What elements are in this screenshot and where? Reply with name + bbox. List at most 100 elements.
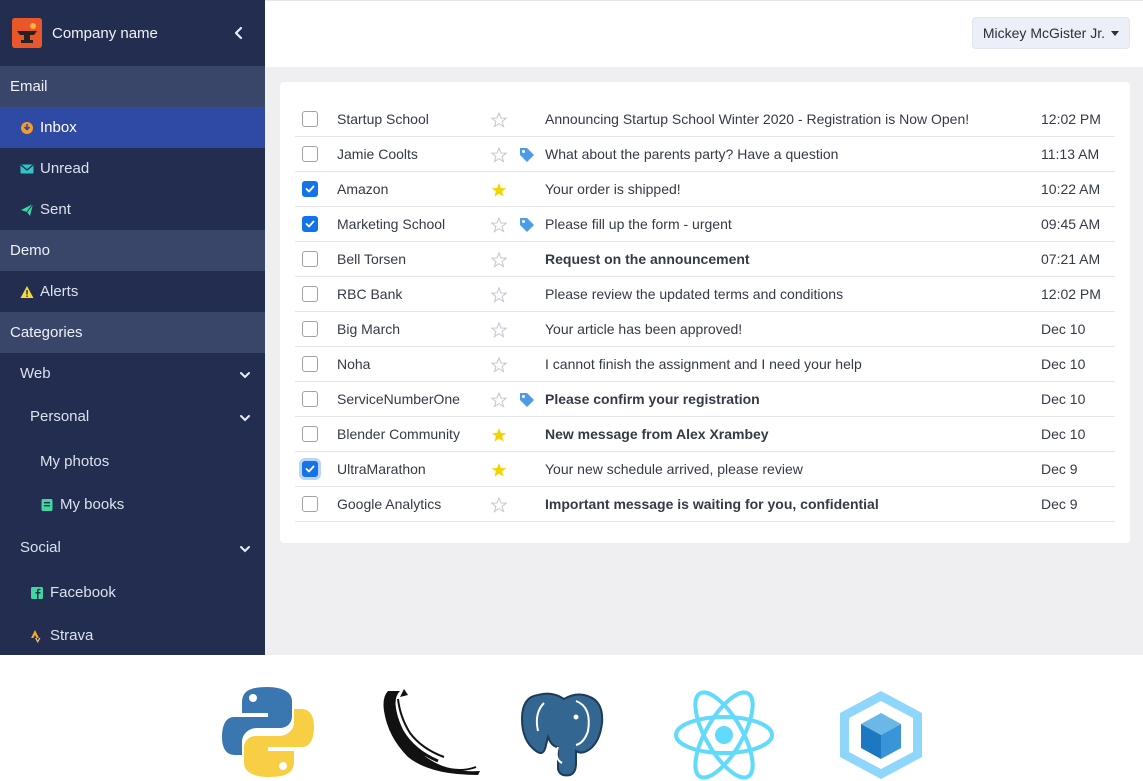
mail-sender: Big March (337, 321, 401, 337)
mail-sender: Marketing School (337, 216, 446, 232)
mail-subject[interactable]: Request on the announcement (545, 251, 1025, 267)
mail-row[interactable]: Startup School Announcing Startup School … (295, 102, 1115, 137)
select-checkbox[interactable] (302, 426, 318, 442)
sidebar-item-my-photos[interactable]: My photos (0, 439, 265, 484)
mail-row[interactable]: RBC Bank Please review the updated terms … (295, 277, 1115, 312)
facebook-icon (30, 586, 44, 600)
main-content: Startup School Announcing Startup School … (265, 67, 1143, 655)
sidebar-item-personal[interactable]: Personal (0, 394, 265, 439)
select-checkbox[interactable] (302, 356, 318, 372)
star-icon[interactable] (491, 462, 507, 478)
caret-down-icon (1111, 30, 1119, 36)
select-checkbox[interactable] (302, 111, 318, 127)
mail-row[interactable]: Amazon Your order is shipped! 10:22 AM (295, 172, 1115, 207)
mail-time: 11:13 AM (1041, 146, 1100, 162)
star-icon[interactable] (490, 321, 508, 338)
mail-sender: Startup School (337, 111, 429, 127)
sidebar-item-facebook[interactable]: Facebook (0, 570, 265, 615)
tag-icon[interactable] (519, 392, 535, 408)
mail-subject[interactable]: Your order is shipped! (545, 181, 1025, 197)
sidebar-item-sent[interactable]: Sent (0, 189, 265, 230)
mail-subject[interactable]: Please review the updated terms and cond… (545, 286, 1025, 302)
mail-subject[interactable]: I cannot finish the assignment and I nee… (545, 356, 1025, 372)
star-icon[interactable] (491, 427, 507, 443)
star-icon[interactable] (490, 251, 508, 268)
select-checkbox[interactable] (302, 251, 318, 267)
sidebar-item-label: Personal (30, 408, 90, 425)
sidebar-item-strava[interactable]: Strava (0, 615, 265, 656)
mail-row[interactable]: UltraMarathon Your new schedule arrived, … (295, 452, 1115, 487)
mail-subject[interactable]: Your article has been approved! (545, 321, 1025, 337)
star-icon[interactable] (490, 356, 508, 373)
star-icon[interactable] (490, 391, 508, 408)
top-bar: Mickey McGister Jr. (265, 0, 1143, 67)
sidebar-item-social[interactable]: Social (0, 525, 265, 570)
mail-list: Startup School Announcing Startup School … (295, 102, 1115, 522)
mail-subject[interactable]: Your new schedule arrived, please review (545, 461, 1025, 477)
chevron-down-icon (239, 542, 251, 554)
mail-time: 12:02 PM (1041, 286, 1101, 302)
mail-row[interactable]: Google Analytics Important message is wai… (295, 487, 1115, 522)
app-window: Company name Email Inbox Unread Sent Dem… (0, 0, 1143, 781)
select-checkbox[interactable] (302, 461, 318, 477)
star-icon[interactable] (491, 182, 507, 198)
sidebar-item-label: Inbox (40, 119, 77, 136)
sidebar-item-unread[interactable]: Unread (0, 148, 265, 189)
mail-time: 09:45 AM (1041, 216, 1101, 232)
check-icon (305, 465, 315, 473)
mail-sender: RBC Bank (337, 286, 403, 302)
mail-sender: UltraMarathon (337, 461, 426, 477)
mail-subject[interactable]: What about the parents party? Have a que… (545, 146, 1025, 162)
star-icon[interactable] (490, 146, 508, 163)
mail-subject[interactable]: Please fill up the form - urgent (545, 216, 1025, 232)
check-icon (305, 220, 315, 228)
mail-time: Dec 10 (1041, 391, 1086, 407)
mail-time: Dec 9 (1041, 496, 1078, 512)
collapse-sidebar-button[interactable] (230, 24, 248, 42)
select-checkbox[interactable] (302, 216, 318, 232)
sidebar-item-label: Unread (40, 160, 90, 177)
star-icon[interactable] (490, 216, 508, 233)
warning-icon (20, 285, 34, 299)
mail-sender: ServiceNumberOne (337, 391, 460, 407)
mail-subject[interactable]: Important message is waiting for you, co… (545, 496, 1025, 512)
star-icon[interactable] (490, 111, 508, 128)
star-icon[interactable] (490, 286, 508, 303)
sidebar-item-alerts[interactable]: Alerts (0, 271, 265, 312)
select-checkbox[interactable] (302, 391, 318, 407)
sidebar-item-label: My photos (40, 453, 110, 470)
select-checkbox[interactable] (302, 181, 318, 197)
mail-row[interactable]: Noha I cannot finish the assignment and I… (295, 347, 1115, 382)
mail-row[interactable]: Bell Torsen Request on the announcement 07… (295, 242, 1115, 277)
mail-subject[interactable]: Please confirm your registration (545, 391, 1025, 407)
mail-sender: Jamie Coolts (337, 146, 418, 162)
check-icon (305, 185, 315, 193)
mail-row[interactable]: Big March Your article has been approved!… (295, 312, 1115, 347)
tag-icon[interactable] (519, 147, 535, 163)
mail-time: 12:02 PM (1041, 111, 1101, 127)
select-checkbox[interactable] (302, 146, 318, 162)
user-menu-button[interactable]: Mickey McGister Jr. (971, 17, 1130, 49)
mail-sender: Blender Community (337, 426, 460, 442)
mail-row[interactable]: Jamie Coolts What about the parents party… (295, 137, 1115, 172)
tag-icon[interactable] (519, 217, 535, 233)
brand[interactable]: Company name (0, 0, 265, 66)
strava-icon (30, 629, 44, 643)
mail-row[interactable]: ServiceNumberOne Please confirm your regi… (295, 382, 1115, 417)
sidebar-item-label: Strava (50, 627, 94, 644)
select-checkbox[interactable] (302, 321, 318, 337)
sidebar-item-inbox[interactable]: Inbox (0, 107, 265, 148)
mail-subject[interactable]: Announcing Startup School Winter 2020 - … (545, 111, 1025, 127)
mail-time: 10:22 AM (1041, 181, 1101, 197)
select-checkbox[interactable] (302, 286, 318, 302)
select-checkbox[interactable] (302, 496, 318, 512)
mail-row[interactable]: Marketing School Please fill up the form … (295, 207, 1115, 242)
sidebar-item-label: Web (20, 365, 51, 382)
star-icon[interactable] (490, 496, 508, 513)
paper-plane-icon (20, 203, 34, 217)
sidebar-item-my-books[interactable]: My books (0, 484, 265, 525)
mail-subject[interactable]: New message from Alex Xrambey (545, 426, 1025, 442)
mail-row[interactable]: Blender Community New message from Alex X… (295, 417, 1115, 452)
section-header-categories: Categories (0, 312, 265, 353)
sidebar-item-web[interactable]: Web (0, 353, 265, 394)
